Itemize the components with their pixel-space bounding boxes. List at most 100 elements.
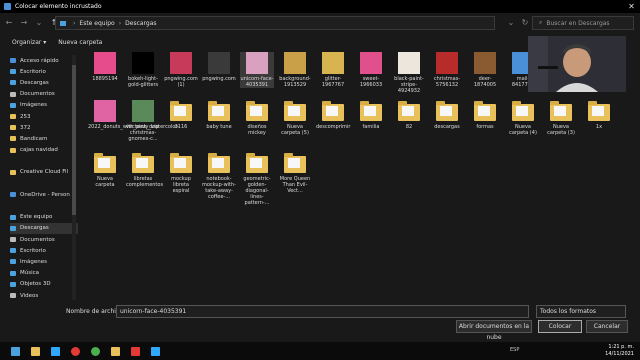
folder-item[interactable]: Nueva carpeta (3) <box>544 100 578 136</box>
chrome-icon[interactable] <box>91 346 100 356</box>
filename-input[interactable]: unicorn-face-4035391 <box>116 305 529 318</box>
folder-item[interactable]: 82 <box>392 100 426 130</box>
desktop-icon <box>10 248 16 254</box>
sidebar-item[interactable]: Documentos <box>10 234 78 245</box>
image-file-item[interactable]: pngwing.com (1) <box>164 52 198 88</box>
file-label: descargas <box>434 124 460 130</box>
music-icon <box>10 270 16 276</box>
folder-item[interactable]: descargas <box>430 100 464 130</box>
chevron-down-icon[interactable]: ⌄ <box>33 17 45 29</box>
recording-icon[interactable] <box>71 346 80 356</box>
sidebar-item[interactable]: Creative Cloud Fil <box>10 167 78 178</box>
sidebar-item[interactable]: Escritorio <box>10 245 78 256</box>
sidebar-item[interactable]: Acceso rápido <box>10 55 78 66</box>
folder-item[interactable]: geometric-golden-diagonal-lines-pattern-… <box>240 152 274 206</box>
place-button[interactable]: Colocar <box>538 320 582 333</box>
chevron-down-icon[interactable]: ⌄ <box>505 17 517 29</box>
refresh-icon[interactable]: ↻ <box>519 17 531 29</box>
sidebar-item-label: Descargas <box>20 225 49 232</box>
file-label: 3116 <box>174 124 188 130</box>
folder-item[interactable]: familia <box>354 100 388 130</box>
image-file-item[interactable]: background-1913529 <box>278 52 312 88</box>
image-thumbnail-icon <box>132 52 154 74</box>
forward-arrow-icon[interactable]: → <box>18 17 30 29</box>
folder-item[interactable]: descomprimir <box>316 100 350 130</box>
search-input[interactable]: ⌕ Buscar en Descargas <box>532 16 634 30</box>
file-explorer-icon[interactable] <box>31 346 40 356</box>
folder-item[interactable]: baby tune <box>202 100 236 130</box>
sidebar-item[interactable]: Imágenes <box>10 256 78 267</box>
folder-item[interactable]: 1x <box>582 100 616 130</box>
file-label: More Queen Than Evil-Vect... <box>279 176 311 194</box>
new-folder-button[interactable]: Nueva carpeta <box>58 39 102 46</box>
folder-item[interactable]: More Queen Than Evil-Vect... <box>278 152 312 194</box>
sidebar-item[interactable]: Documentos <box>10 89 78 100</box>
sidebar-item[interactable]: 372 <box>10 122 78 133</box>
app-icon[interactable] <box>131 346 140 356</box>
clock[interactable]: 1:21 p. m. 14/11/2021 <box>605 344 634 358</box>
back-arrow-icon[interactable]: ← <box>3 17 15 29</box>
folder-icon <box>10 147 16 153</box>
breadcrumb-this-pc[interactable]: Este equipo <box>79 20 114 27</box>
folder-icon <box>132 153 154 173</box>
image-thumbnail-icon <box>322 52 344 74</box>
sidebar-item[interactable]: 253 <box>10 111 78 122</box>
star-icon <box>10 58 16 64</box>
sidebar-item[interactable]: cajas navidad <box>10 145 78 156</box>
sidebar-item <box>10 156 78 167</box>
open-cloud-docs-button[interactable]: Abrir documentos en la nube <box>456 320 532 341</box>
image-file-item[interactable]: unicorn-face-4035391 <box>240 52 274 88</box>
sidebar-item[interactable]: Escritorio <box>10 66 78 77</box>
folder-item[interactable]: Nueva carpeta (4) <box>506 100 540 136</box>
folder-icon <box>474 101 496 121</box>
sidebar-item-label: Música <box>20 270 40 277</box>
file-type-select[interactable]: Todos los formatos <box>536 305 626 318</box>
image-file-item[interactable]: deer-1874005 <box>468 52 502 88</box>
image-file-item[interactable]: christmas-5756132 <box>430 52 464 88</box>
folder-item[interactable]: formas <box>468 100 502 130</box>
windows-start-icon[interactable] <box>11 346 20 356</box>
image-file-item[interactable]: pngwing.com <box>202 52 236 82</box>
folder-icon <box>10 125 16 131</box>
sidebar-item[interactable]: Bandicam <box>10 133 78 144</box>
close-icon[interactable]: ✕ <box>627 2 636 11</box>
sidebar-item-label: Escritorio <box>20 68 46 75</box>
navigation-pane: Acceso rápido Escritorio Descargas Document… <box>10 55 78 321</box>
breadcrumb-downloads[interactable]: Descargas <box>125 20 156 27</box>
file-label: Nueva carpeta <box>95 176 115 188</box>
image-file-item[interactable]: black-paint-stripe-4924932 <box>392 52 426 94</box>
image-file-item[interactable]: sweet-1966033 <box>354 52 388 88</box>
image-file-item[interactable]: glitter-1967767 <box>316 52 350 88</box>
folder-item[interactable]: notebook-mockup-with-take-away-coffee-..… <box>202 152 236 200</box>
image-file-item[interactable]: 2022_donuts_with_pink_drip <box>88 100 159 130</box>
language-indicator[interactable]: ESP <box>510 347 519 353</box>
sidebar-item[interactable]: Objetos 3D <box>10 279 78 290</box>
folder-item[interactable]: diseños mickey <box>240 100 274 136</box>
sidebar-item[interactable]: Música <box>10 268 78 279</box>
organize-button[interactable]: Organizar ▾ <box>12 39 46 46</box>
explorer-icon[interactable] <box>111 346 120 356</box>
sidebar-item[interactable]: Descargas <box>10 77 78 88</box>
folder-icon <box>360 101 382 121</box>
image-thumbnail-icon <box>132 100 154 122</box>
folder-item[interactable]: 3116 <box>164 100 198 130</box>
sidebar-item[interactable]: Descargas <box>10 222 78 234</box>
folder-item[interactable]: libretas complementos <box>126 152 163 188</box>
photoshop-icon[interactable] <box>151 346 160 356</box>
path-box[interactable]: › Este equipo › Descargas <box>55 16 495 30</box>
photoshop-icon[interactable] <box>51 346 60 356</box>
image-thumbnail-icon <box>94 100 116 122</box>
sidebar-item[interactable]: OneDrive - Person <box>10 189 78 200</box>
folder-item[interactable]: Nueva carpeta <box>88 152 122 188</box>
folder-item[interactable]: Nueva carpeta (5) <box>278 100 312 136</box>
image-file-item[interactable]: 18895194 <box>88 52 122 82</box>
folder-icon <box>170 153 192 173</box>
sidebar-item[interactable]: Imágenes <box>10 100 78 111</box>
sidebar-item[interactable]: Este equipo <box>10 212 78 223</box>
sidebar-scrollbar[interactable] <box>72 55 76 301</box>
image-file-item[interactable]: vecteezy_watercolor-christmas-gnomes-c..… <box>126 100 179 142</box>
taskbar: ESP 1:21 p. m. 14/11/2021 <box>0 342 640 360</box>
image-file-item[interactable]: bokeh-light-gold-glitters <box>126 52 160 88</box>
folder-item[interactable]: mockup libreta espiral <box>164 152 198 194</box>
cancel-button[interactable]: Cancelar <box>586 320 628 333</box>
